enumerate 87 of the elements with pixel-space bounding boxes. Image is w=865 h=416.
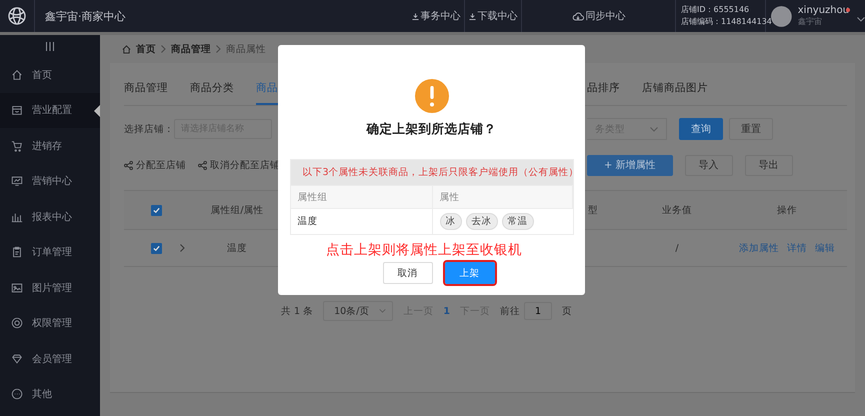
table-cell: /	[675, 242, 679, 254]
caret-icon[interactable]	[857, 16, 865, 22]
breadcrumb-link[interactable]: 商品属性	[226, 42, 266, 56]
ellipsis-icon	[11, 388, 23, 400]
sidebar-item[interactable]: 图片管理	[0, 270, 100, 306]
query-button[interactable]: 查询	[679, 118, 723, 140]
dialog-title: 确定上架到所选店铺？	[366, 121, 496, 138]
store-label: 选择店铺：	[124, 122, 174, 136]
page-input[interactable]: 1	[524, 302, 552, 320]
cart-icon	[11, 140, 23, 152]
row-action-link[interactable]: 添加属性	[739, 242, 779, 254]
attribute-tag: 常温	[502, 213, 534, 230]
sidebar-item[interactable]: 会员管理	[0, 341, 100, 376]
total-count: 共 1 条	[280, 304, 314, 318]
breadcrumb-link[interactable]: 首页	[136, 42, 156, 56]
column-header: 操作	[777, 204, 797, 216]
annotation-text: 点击上架则将属性上架至收银机	[326, 241, 522, 259]
sidebar-item[interactable]: 权限管理	[0, 306, 100, 341]
table-cell: 温度	[298, 215, 318, 228]
sidebar-item[interactable]: 营业配置	[0, 92, 100, 128]
clipboard-icon	[11, 246, 23, 258]
attribute-tag: 冰	[440, 213, 462, 230]
expand-chevron-icon[interactable]	[180, 244, 184, 252]
topbar-link[interactable]: 事务中心	[412, 9, 460, 23]
import-button[interactable]: 导入	[684, 154, 733, 176]
page-size-select[interactable]: 10条/页	[323, 301, 394, 321]
reset-button[interactable]: 重置	[729, 118, 773, 140]
image-icon	[11, 282, 23, 294]
share-icon	[124, 160, 133, 170]
home-icon	[122, 44, 131, 54]
selection-pointer-icon	[94, 104, 100, 116]
chevron-right-icon	[216, 45, 221, 53]
attribute-tag: 去冰	[466, 213, 498, 230]
sidebar-item[interactable]: 报表中心	[0, 199, 100, 234]
download-icon	[412, 12, 418, 20]
page-number[interactable]: 1	[443, 306, 450, 316]
sidebar-item[interactable]: 订单管理	[0, 234, 100, 270]
user-shop-name: 鑫宇宙	[798, 16, 823, 27]
goto-label: 前往	[500, 304, 520, 318]
chevron-right-icon	[161, 45, 166, 53]
topbar-link[interactable]: 同步中心	[572, 9, 626, 23]
home-icon	[11, 68, 23, 81]
page-suffix: 页	[562, 304, 572, 318]
cloud-icon	[572, 12, 584, 20]
sidebar-item[interactable]: 其他	[0, 376, 100, 412]
store-id: 店铺ID：6555146	[681, 4, 750, 16]
confirm-button[interactable]: 上架	[444, 262, 494, 284]
store-code: 店铺编码：1148144134	[681, 16, 772, 28]
column-header: 属性	[440, 190, 460, 204]
globe-icon[interactable]	[7, 6, 27, 26]
column-header: 属性组	[298, 190, 328, 204]
menu-icon[interactable]	[45, 42, 55, 50]
tab[interactable]: 店铺商品图片	[642, 71, 708, 105]
download-icon	[468, 12, 476, 20]
user-name: xinyuzhou	[798, 5, 850, 16]
topbar-link[interactable]: 下载中心	[468, 9, 518, 23]
bar-chart-icon	[11, 210, 23, 223]
tab[interactable]: 商品管理	[124, 71, 168, 105]
monitor-icon	[11, 175, 23, 188]
target-icon	[11, 317, 23, 330]
tab[interactable]: 商品分类	[190, 71, 234, 105]
diamond-icon	[11, 352, 23, 365]
column-header: 业务值	[662, 204, 692, 216]
share-icon	[198, 160, 207, 170]
column-header: 型	[588, 204, 598, 216]
row-action-link[interactable]: 详情	[787, 242, 807, 254]
app-title: 鑫宇宙·商家中心	[44, 8, 126, 24]
add-attribute-button[interactable]: + 新增属性	[587, 154, 673, 176]
warning-icon	[414, 79, 448, 113]
sidebar-item[interactable]: 进销存	[0, 128, 100, 164]
chevron-down-icon	[379, 309, 386, 313]
breadcrumb-link[interactable]: 商品管理	[171, 42, 211, 56]
export-button[interactable]: 导出	[744, 154, 793, 176]
cancel-button[interactable]: 取消	[382, 262, 432, 284]
chevron-down-icon	[650, 126, 658, 132]
assign-link[interactable]: 分配至店铺	[124, 158, 186, 172]
row-action-link[interactable]: 编辑	[815, 242, 835, 254]
checkbox[interactable]	[151, 242, 162, 254]
sidebar-item[interactable]: 首页	[0, 57, 100, 92]
sidebar-item[interactable]: 营销中心	[0, 164, 100, 199]
table-cell: 温度	[227, 242, 247, 254]
tab[interactable]: 品排序	[587, 71, 620, 105]
checkbox[interactable]	[151, 204, 162, 216]
notice-banner: 以下3个属性未关联商品，上架后只限客户端使用（公有属性）	[290, 160, 572, 185]
column-header: 属性组/属性	[210, 204, 264, 216]
avatar-icon[interactable]	[771, 6, 792, 26]
store-icon	[11, 104, 23, 116]
